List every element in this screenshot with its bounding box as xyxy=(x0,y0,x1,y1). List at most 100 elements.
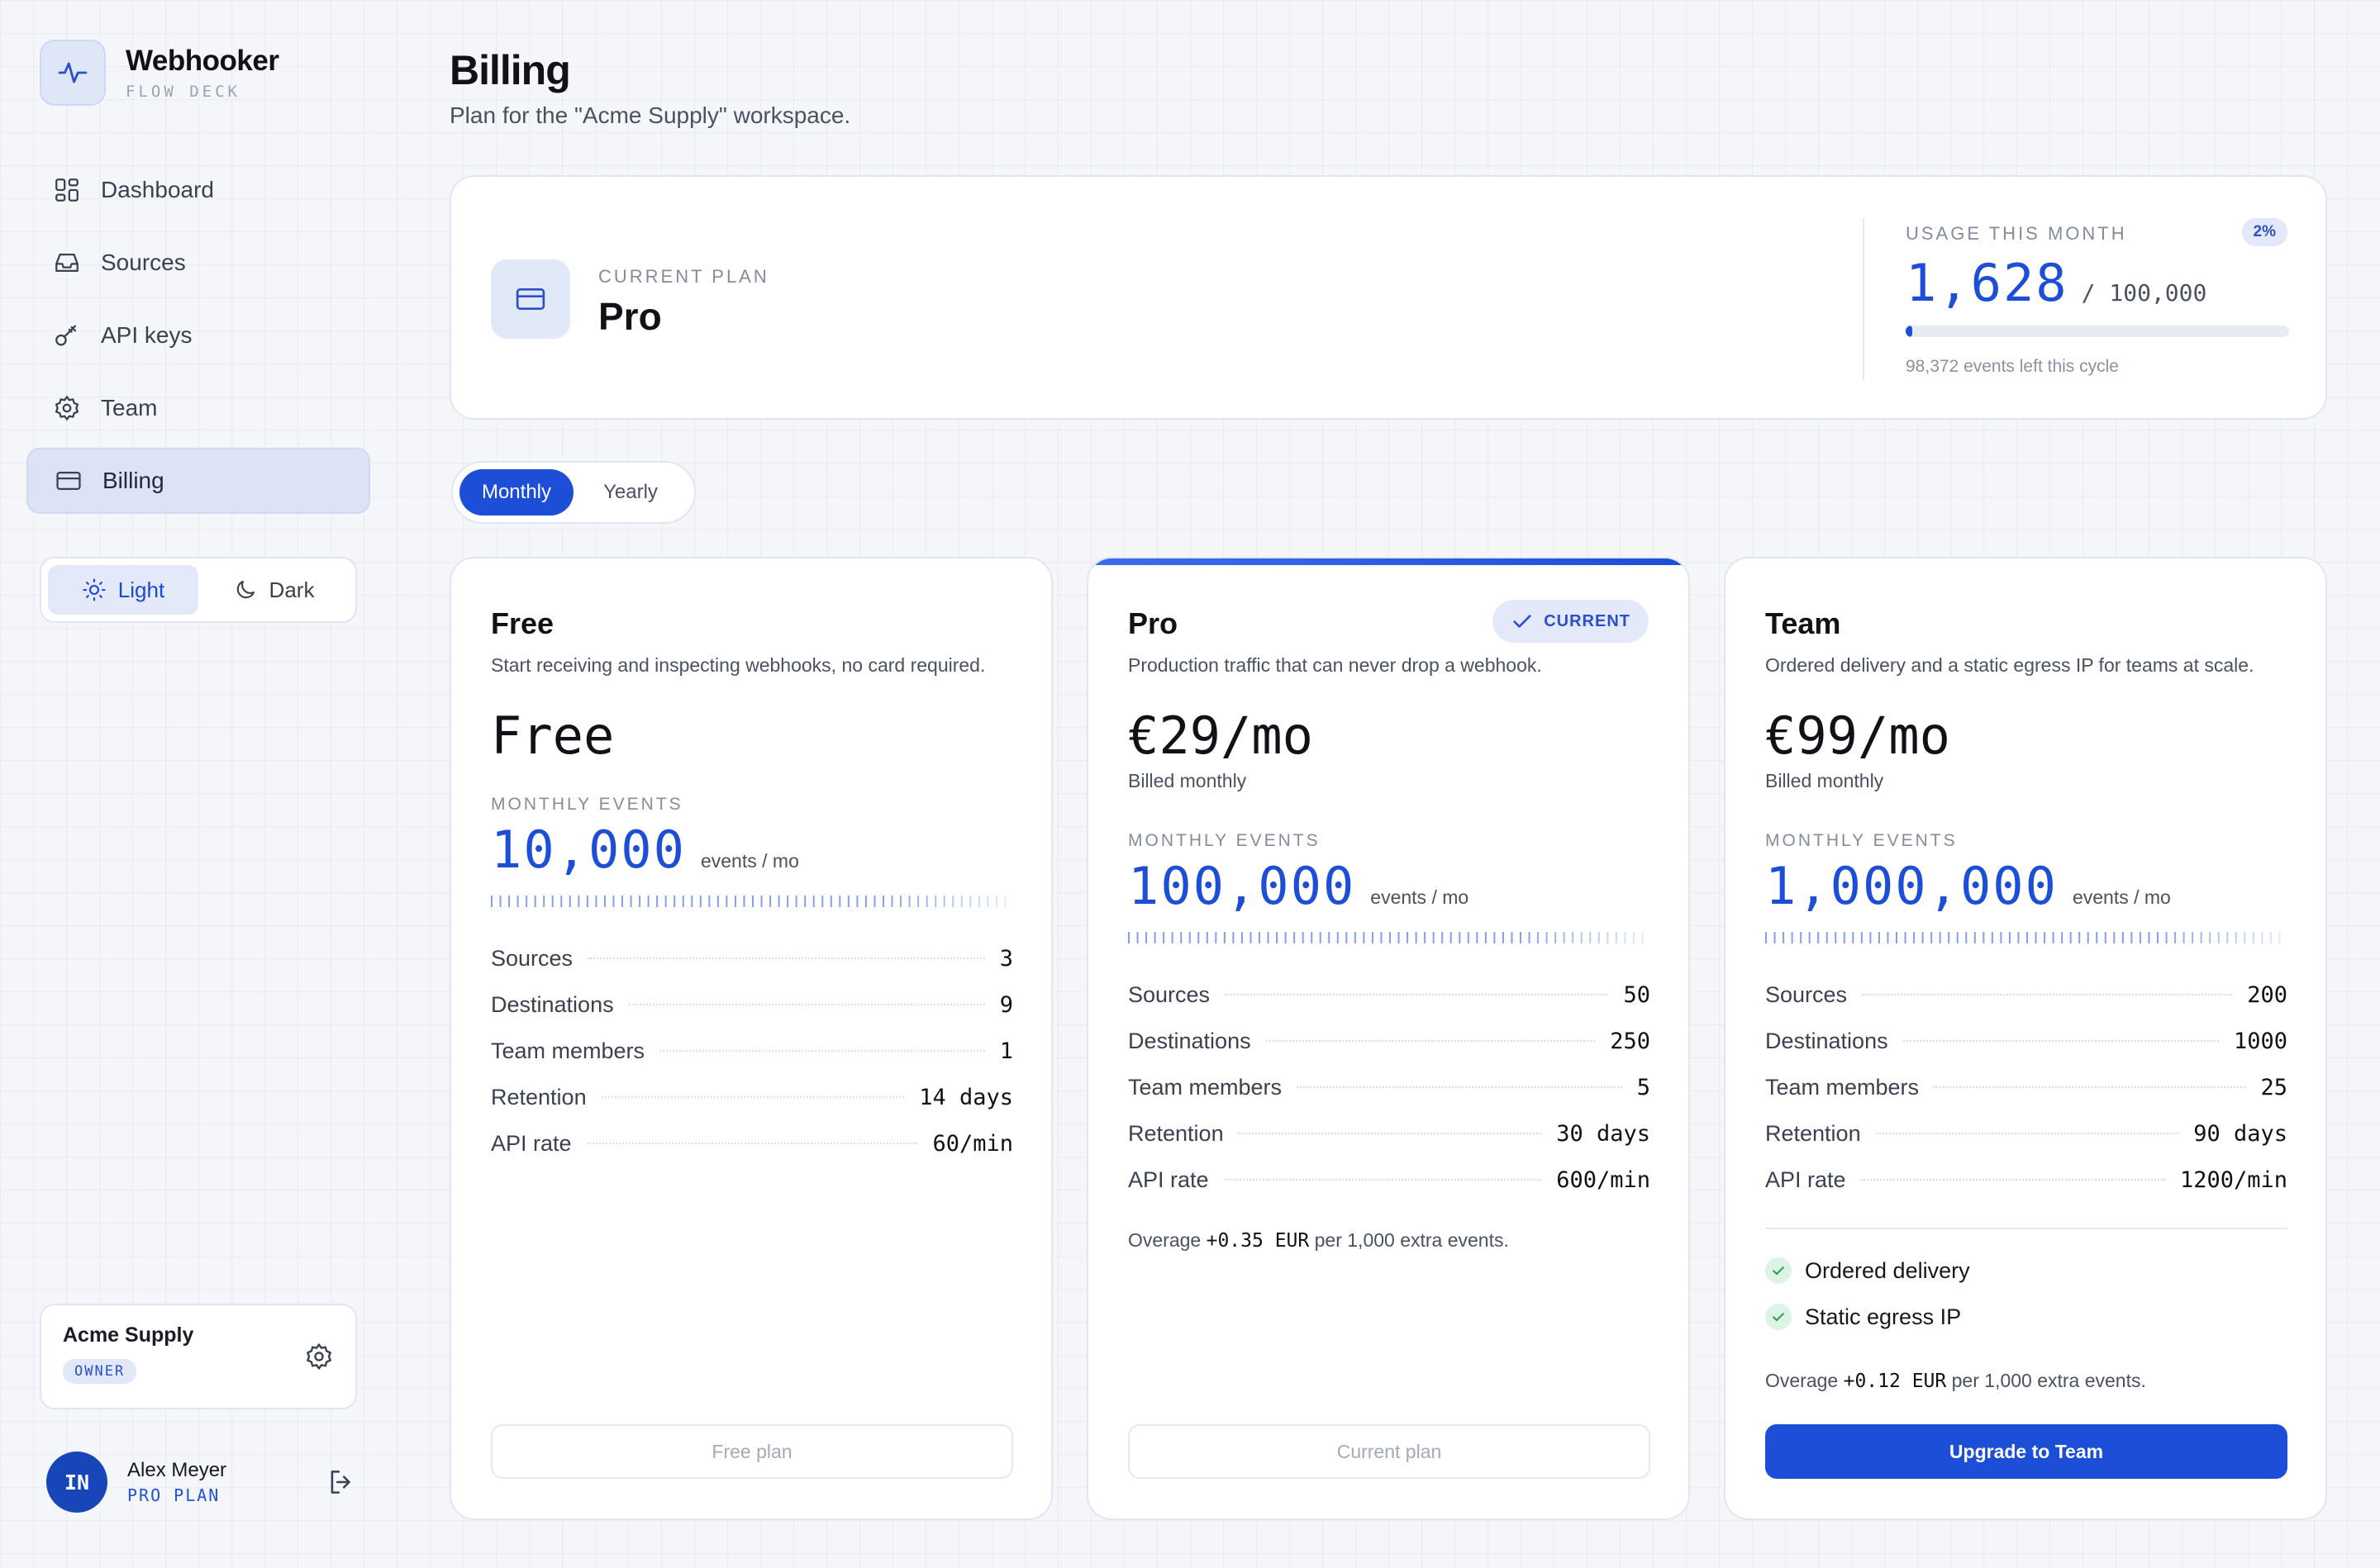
usage-remaining: 98,372 events left this cycle xyxy=(1906,357,2119,376)
page-subtitle: Plan for the "Acme Supply" workspace. xyxy=(450,102,851,128)
spec-row: API rate 600/min xyxy=(1128,1157,1650,1203)
sidebar-item-label: API keys xyxy=(101,322,193,348)
sidebar-item-label: Billing xyxy=(102,468,164,493)
spec-row: Team members 5 xyxy=(1128,1064,1650,1110)
tier-description: Start receiving and inspecting webhooks,… xyxy=(491,654,986,676)
check-icon xyxy=(1765,1304,1792,1330)
sidebar-item-dashboard[interactable]: Dashboard xyxy=(26,157,370,223)
tier-card-team: Team Ordered delivery and a static egres… xyxy=(1724,557,2327,1520)
yearly-button[interactable]: Yearly xyxy=(574,469,688,516)
theme-dark-label: Dark xyxy=(269,577,315,602)
moon-icon xyxy=(236,580,255,599)
tier-name: Team xyxy=(1765,606,1841,640)
tier-name: Pro xyxy=(1128,606,1178,640)
check-icon xyxy=(1765,1257,1792,1284)
current-accent-bar xyxy=(1088,558,1688,565)
events-tick-scale xyxy=(491,896,1007,907)
logout-icon[interactable] xyxy=(326,1466,357,1498)
spec-value: 14 days xyxy=(919,1084,1013,1110)
current-plan-button[interactable]: Current plan xyxy=(1128,1424,1650,1479)
spec-value: 60/min xyxy=(932,1130,1013,1157)
sidebar-item-label: Dashboard xyxy=(101,177,214,202)
tier-description: Production traffic that can never drop a… xyxy=(1128,654,1542,676)
usage-progress-bar xyxy=(1906,325,2289,337)
avatar[interactable]: IN xyxy=(46,1452,107,1513)
spec-key: Destinations xyxy=(1765,1028,1888,1053)
sidebar-item-team[interactable]: Team xyxy=(26,375,370,441)
tier-price: Free xyxy=(491,706,615,766)
usage-total: / 100,000 xyxy=(2081,279,2207,306)
spec-value: 200 xyxy=(2247,981,2287,1008)
tier-price: €29/mo xyxy=(1128,706,1313,766)
spec-key: API rate xyxy=(491,1130,572,1156)
workspace-settings-gear-icon[interactable] xyxy=(304,1342,334,1371)
dashboard-icon xyxy=(55,178,79,202)
sidebar-nav: Dashboard Sources API keys Team Billing xyxy=(26,157,370,520)
feature-label: Ordered delivery xyxy=(1805,1257,1970,1283)
monthly-button[interactable]: Monthly xyxy=(459,469,574,516)
sun-icon xyxy=(83,578,106,601)
tier-events: 100,000 xyxy=(1128,856,1356,916)
tier-events-unit: events / mo xyxy=(700,850,799,872)
spec-row: API rate 1200/min xyxy=(1765,1157,2287,1203)
sidebar-item-api-keys[interactable]: API keys xyxy=(26,302,370,368)
tier-events-label: MONTHLY EVENTS xyxy=(1128,831,1321,850)
spec-key: API rate xyxy=(1765,1166,1846,1192)
usage-label: USAGE THIS MONTH xyxy=(1906,223,2127,244)
theme-light-label: Light xyxy=(117,577,165,602)
spec-row: Sources 3 xyxy=(491,935,1013,981)
brand-name: Webhooker xyxy=(126,45,279,77)
spec-value: 90 days xyxy=(2193,1120,2287,1147)
spec-key: Retention xyxy=(1128,1120,1224,1146)
billing-cycle-toggle: Monthly Yearly xyxy=(451,461,696,524)
overage-value: +0.35 EUR xyxy=(1206,1230,1310,1252)
spec-row: Team members 25 xyxy=(1765,1064,2287,1110)
usage-progress-fill xyxy=(1906,325,1912,337)
spec-row: Destinations 1000 xyxy=(1765,1018,2287,1064)
usage-percent-badge: 2% xyxy=(2241,218,2287,246)
spec-value: 30 days xyxy=(1556,1120,1650,1147)
tier-events: 10,000 xyxy=(491,820,686,880)
theme-light-button[interactable]: Light xyxy=(48,565,198,615)
pulse-icon xyxy=(40,40,106,106)
tier-card-pro: Pro CURRENT Production traffic that can … xyxy=(1087,557,1690,1520)
spec-key: Sources xyxy=(1128,981,1211,1007)
spec-value: 50 xyxy=(1623,981,1650,1008)
key-icon xyxy=(55,325,77,346)
spec-key: Destinations xyxy=(1128,1028,1251,1053)
brand-subtitle: FLOW DECK xyxy=(126,83,240,101)
spec-value: 1 xyxy=(999,1038,1013,1064)
tier-events-label: MONTHLY EVENTS xyxy=(491,795,683,814)
brand[interactable]: Webhooker FLOW DECK xyxy=(40,40,279,106)
spec-value: 1000 xyxy=(2233,1028,2287,1054)
workspace-card[interactable]: Acme Supply OWNER xyxy=(40,1304,357,1409)
tier-specs: Sources 3 Destinations 9 Team members 1 Ret… xyxy=(491,935,1013,1166)
spec-key: Team members xyxy=(1765,1074,1920,1100)
theme-dark-button[interactable]: Dark xyxy=(198,565,349,615)
feature-item: Static egress IP xyxy=(1765,1304,1961,1330)
current-plan-card: CURRENT PLAN Pro USAGE THIS MONTH 2% 1,6… xyxy=(450,175,2327,420)
tier-name: Free xyxy=(491,606,555,640)
current-badge-label: CURRENT xyxy=(1544,611,1630,630)
sidebar-item-billing[interactable]: Billing xyxy=(26,448,370,514)
spec-row: Destinations 9 xyxy=(491,981,1013,1028)
events-tick-scale xyxy=(1765,932,2281,943)
feature-label: Static egress IP xyxy=(1805,1304,1962,1329)
current-plan-label: CURRENT PLAN xyxy=(598,266,769,287)
spec-row: Destinations 250 xyxy=(1128,1018,1650,1064)
overage-prefix: Overage xyxy=(1128,1229,1202,1251)
divider xyxy=(1765,1228,2287,1229)
sidebar-item-sources[interactable]: Sources xyxy=(26,230,370,296)
spec-key: Sources xyxy=(491,945,574,971)
current-badge: CURRENT xyxy=(1492,600,1649,643)
spec-value: 5 xyxy=(1636,1074,1650,1100)
upgrade-to-team-button[interactable]: Upgrade to Team xyxy=(1765,1424,2287,1479)
workspace-name: Acme Supply xyxy=(63,1323,194,1347)
tier-specs: Sources 200 Destinations 1000 Team members… xyxy=(1765,972,2287,1203)
spec-row: API rate 60/min xyxy=(491,1120,1013,1166)
free-plan-button[interactable]: Free plan xyxy=(491,1424,1013,1479)
tier-events: 1,000,000 xyxy=(1765,856,2058,916)
overage-suffix: per 1,000 extra events. xyxy=(1951,1370,2146,1391)
current-plan-name: Pro xyxy=(598,295,662,338)
overage-note: Overage +0.12 EUR per 1,000 extra events… xyxy=(1765,1370,2146,1392)
